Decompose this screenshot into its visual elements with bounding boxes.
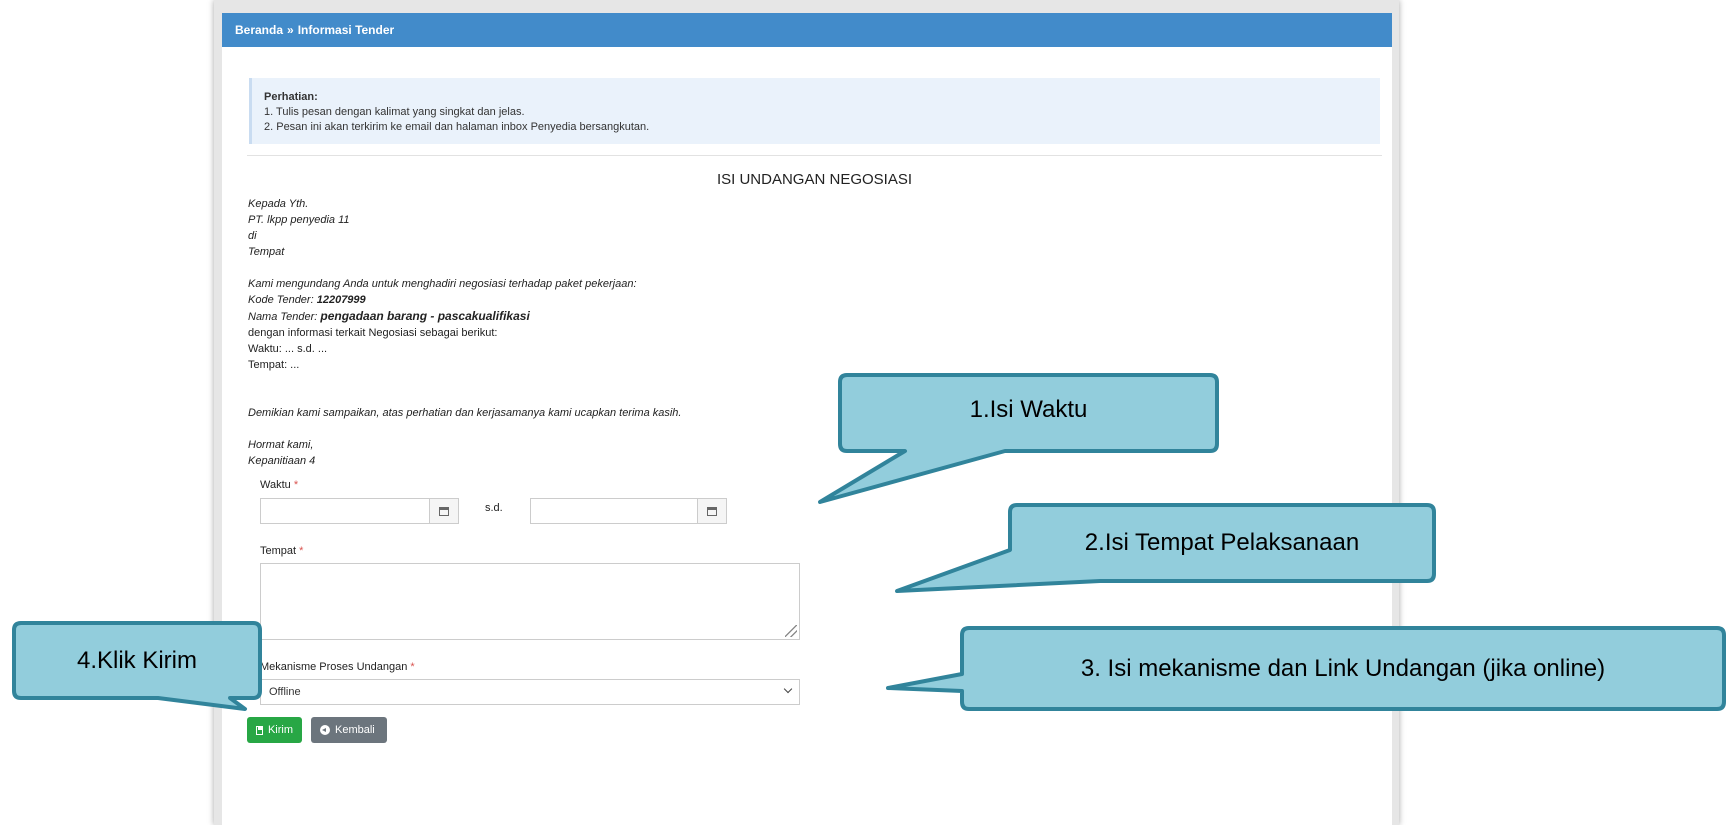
tempat-label-text: Tempat xyxy=(260,545,297,557)
kirim-label: Kirim xyxy=(267,724,293,736)
required-mark: * xyxy=(299,545,304,557)
tempat-textarea[interactable] xyxy=(260,563,800,640)
kode-label: Kode Tender: xyxy=(248,294,314,306)
letter-to: Tempat xyxy=(248,246,285,258)
callout-1-text: 1.Isi Waktu xyxy=(969,396,1088,423)
kirim-button[interactable]: Kirim xyxy=(247,717,302,743)
back-arrow-icon xyxy=(320,725,330,735)
letter-intro: Kami mengundang Anda untuk menghadiri ne… xyxy=(248,278,637,290)
calendar-icon xyxy=(707,506,717,516)
mekanisme-label-text: Mekanisme Proses Undangan xyxy=(260,661,408,673)
info-line: dengan informasi terkait Negosiasi sebag… xyxy=(248,327,498,339)
letter-to: di xyxy=(248,230,257,242)
resize-handle[interactable] xyxy=(785,625,797,637)
notice-box: Perhatian: 1. Tulis pesan dengan kalimat… xyxy=(249,78,1380,144)
breadcrumb-current: Informasi Tender xyxy=(297,23,395,37)
nama-value: pengadaan barang - pascakualifikasi xyxy=(320,309,530,323)
callout-4-text: 4.Klik Kirim xyxy=(76,646,197,674)
waktu-start-calendar-button[interactable] xyxy=(429,498,459,524)
tempat-line: Tempat: ... xyxy=(248,359,300,371)
waktu-end-input[interactable] xyxy=(530,498,700,524)
divider xyxy=(247,155,1382,156)
kode-value: 12207999 xyxy=(316,294,366,306)
nama-label: Nama Tender: xyxy=(248,311,318,323)
waktu-start-input[interactable] xyxy=(260,498,430,524)
letter-sender: Kepanitiaan 4 xyxy=(248,455,316,467)
calendar-icon xyxy=(439,506,449,516)
mekanisme-selected-value: Offline xyxy=(269,686,301,698)
letter-body: Kepada Yth. PT. lkpp penyedia 11 di Temp… xyxy=(248,196,682,469)
breadcrumb-home[interactable]: Beranda xyxy=(235,23,283,37)
sd-label: s.d. xyxy=(485,502,503,514)
waktu-label: Waktu * xyxy=(260,479,298,491)
kembali-label: Kembali xyxy=(335,724,375,736)
letter-closing: Demikian kami sampaikan, atas perhatian … xyxy=(248,407,682,419)
callout-2-text: 2.Isi Tempat Pelaksanaan xyxy=(1084,529,1360,556)
tempat-label: Tempat * xyxy=(260,545,303,557)
waktu-end-calendar-button[interactable] xyxy=(697,498,727,524)
waktu-label-text: Waktu xyxy=(260,479,291,491)
kembali-button[interactable]: Kembali xyxy=(311,717,387,743)
required-mark: * xyxy=(410,661,415,673)
notice-line: 2. Pesan ini akan terkirim ke email dan … xyxy=(264,121,650,133)
mekanisme-label: Mekanisme Proses Undangan * xyxy=(260,661,415,673)
waktu-line: Waktu: ... s.d. ... xyxy=(248,343,328,355)
document-title: ISI UNDANGAN NEGOSIASI xyxy=(716,171,913,188)
letter-regards: Hormat kami, xyxy=(248,439,314,451)
chevron-down-icon xyxy=(783,684,793,694)
callout-3-text: 3. Isi mekanisme dan Link Undangan (jika… xyxy=(1080,654,1606,682)
mekanisme-select[interactable]: Offline xyxy=(260,679,800,705)
required-mark: * xyxy=(293,479,299,491)
letter-to: PT. lkpp penyedia 11 xyxy=(248,214,350,226)
save-icon xyxy=(256,725,263,735)
notice-line: 1. Tulis pesan dengan kalimat yang singk… xyxy=(264,106,525,118)
breadcrumb: Beranda » Informasi Tender xyxy=(222,13,1392,47)
breadcrumb-separator: » xyxy=(287,23,294,37)
notice-title: Perhatian: xyxy=(264,91,318,103)
letter-to: Kepada Yth. xyxy=(248,198,309,210)
